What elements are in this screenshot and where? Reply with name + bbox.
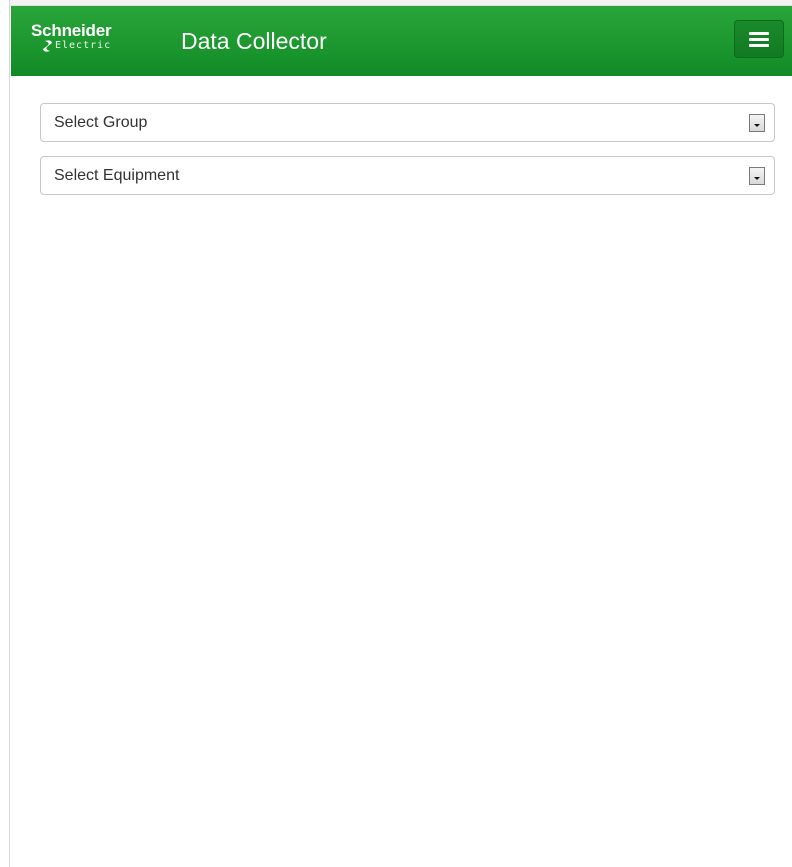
select-group-dropdown[interactable]: Select Group [40,103,775,142]
select-equipment-label: Select Equipment [54,167,180,184]
select-group-label: Select Group [54,114,148,131]
top-navbar: Schneider Electric Data Collector [11,6,792,76]
brand-name: Schneider [31,21,112,40]
hamburger-menu-icon [749,32,769,35]
schneider-electric-logo[interactable]: Schneider Electric [31,22,149,56]
dropdown-arrow-icon[interactable] [749,114,765,132]
hamburger-menu-button[interactable] [734,20,784,58]
app-title: Data Collector [181,28,327,54]
dropdown-arrow-icon[interactable] [749,167,765,185]
hamburger-menu-icon-bar [749,38,769,41]
brand-subtitle: Electric [55,40,112,51]
select-equipment-dropdown[interactable]: Select Equipment [40,156,775,195]
left-border [0,0,10,867]
life-is-on-icon [43,40,52,52]
hamburger-menu-icon-bar [749,44,769,47]
app-window: Schneider Electric Data Collector Select… [0,0,792,867]
